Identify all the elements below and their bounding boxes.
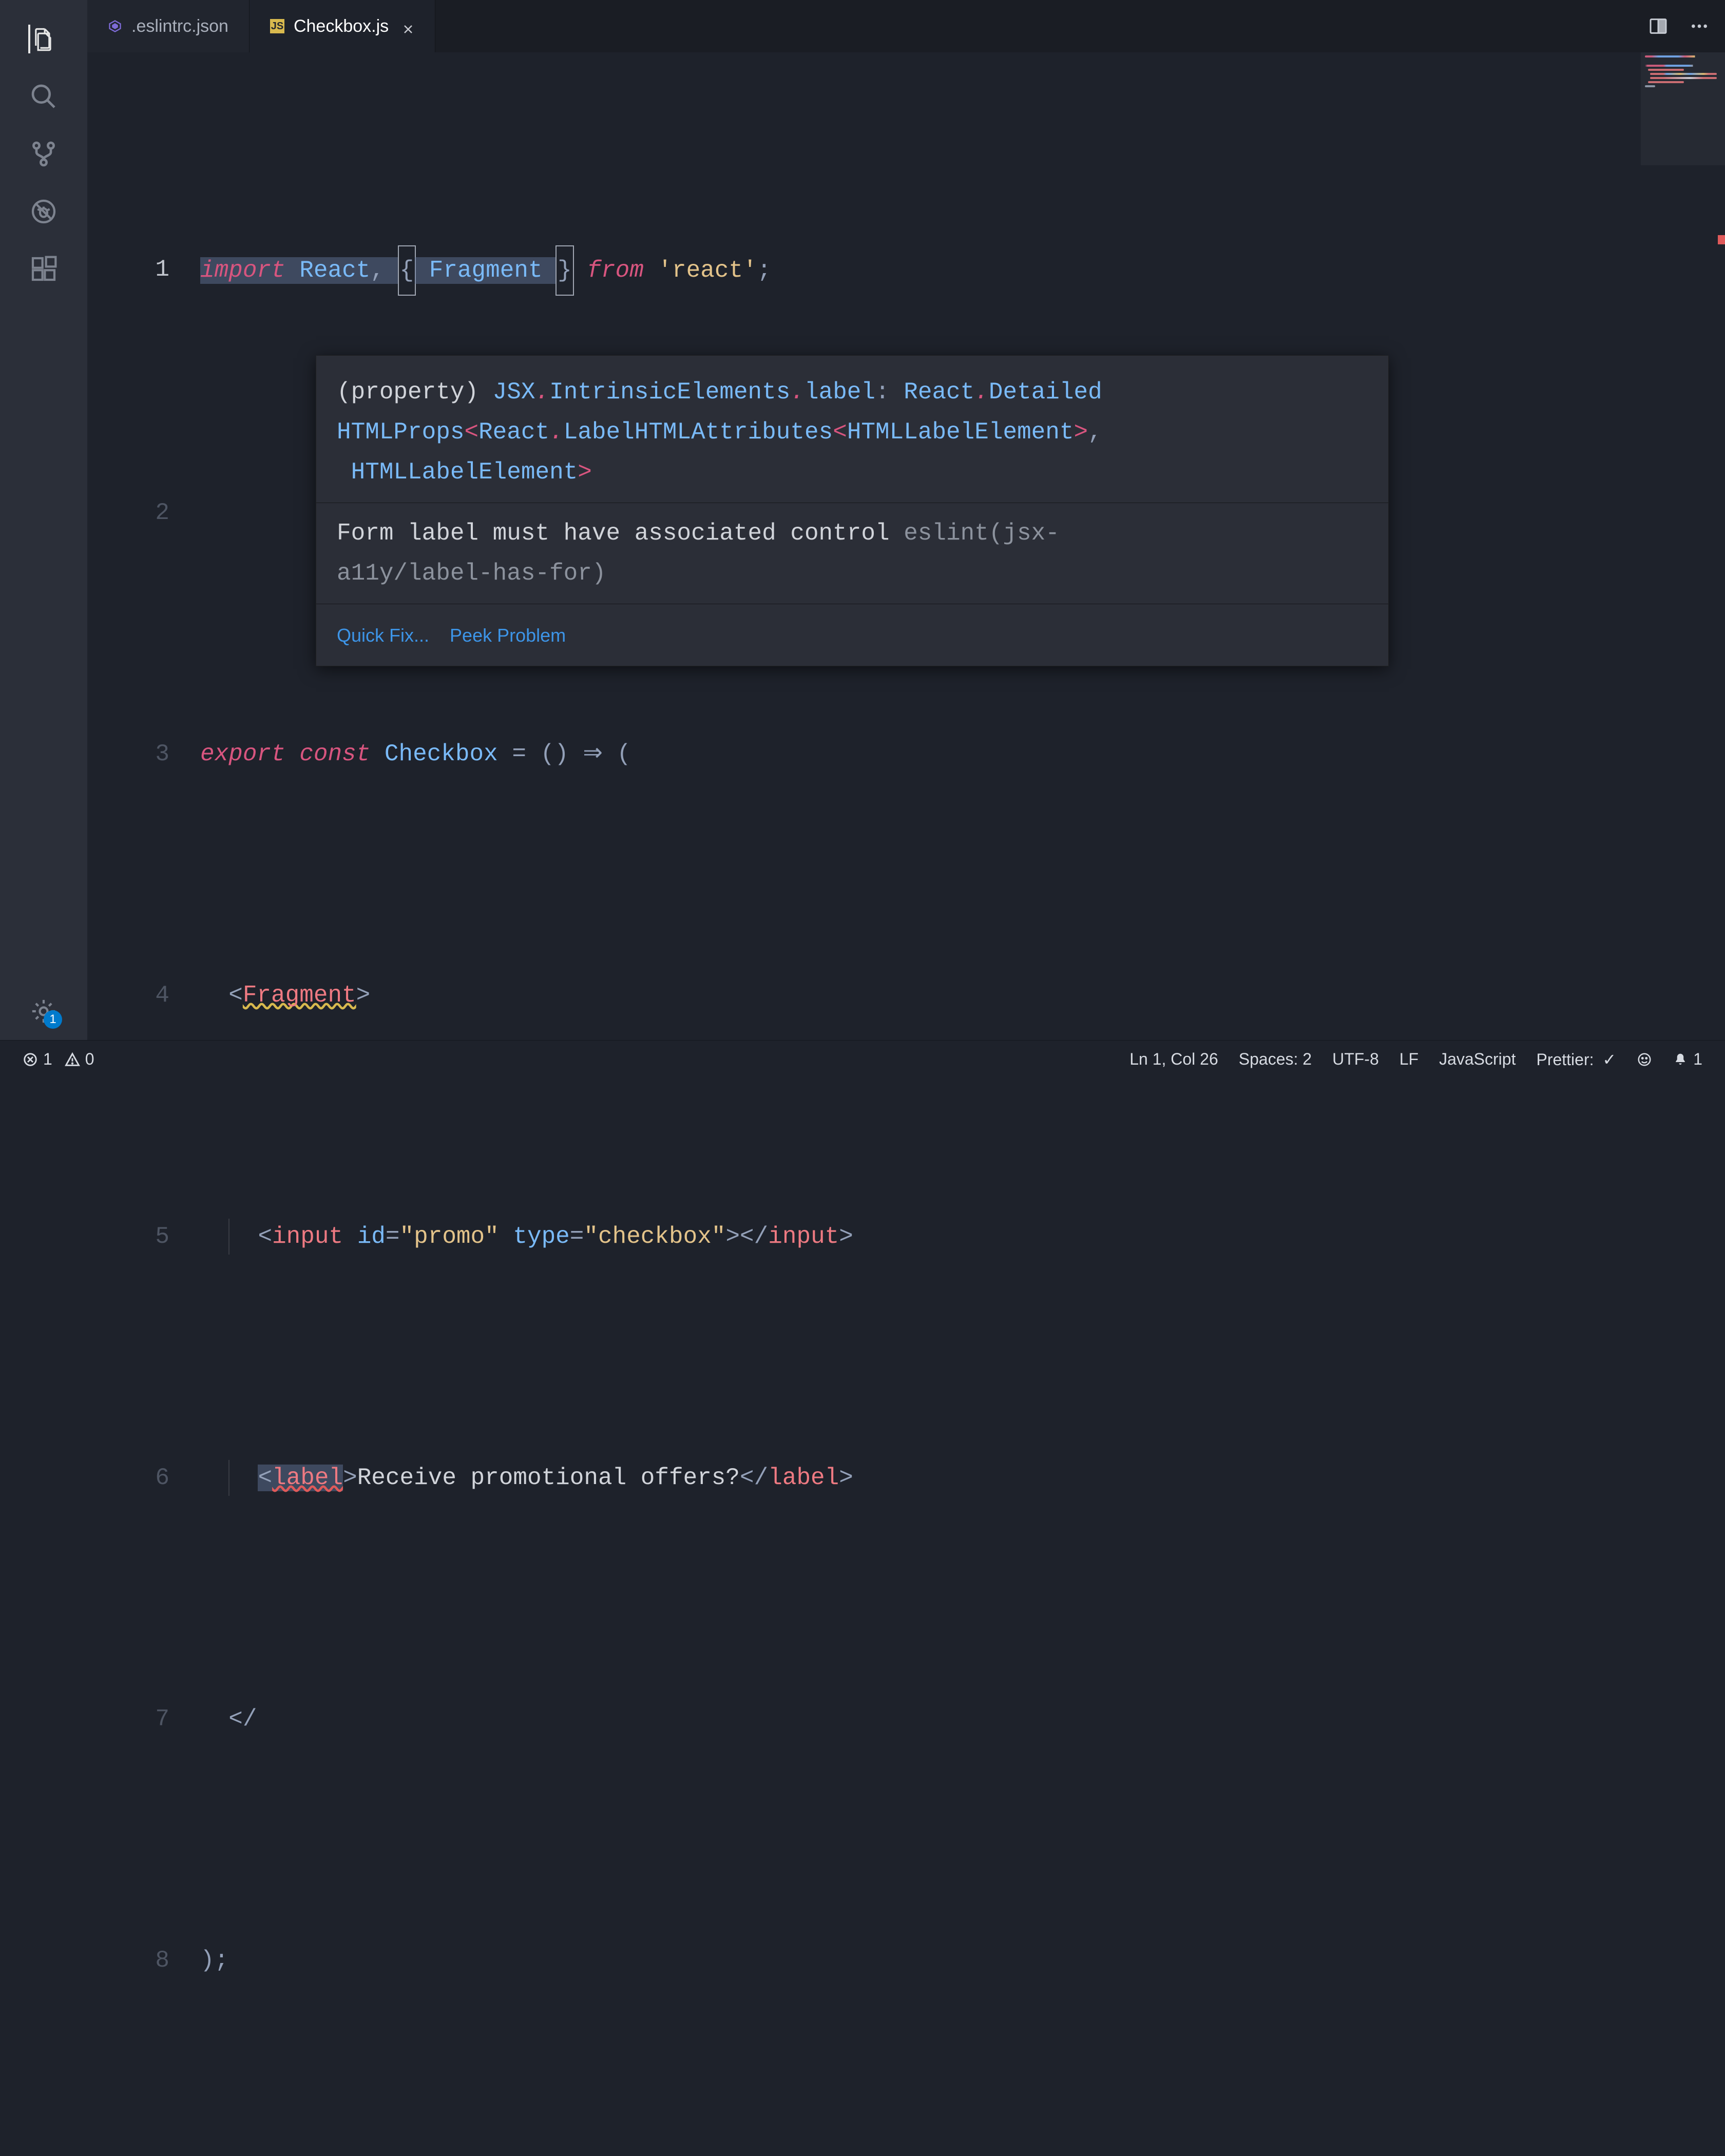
- tab-label: Checkbox.js: [294, 16, 389, 36]
- status-language-mode[interactable]: JavaScript: [1429, 1050, 1526, 1069]
- warning-icon: [65, 1052, 80, 1067]
- more-actions-icon[interactable]: [1688, 15, 1711, 37]
- minimap-error-marker[interactable]: [1718, 235, 1725, 244]
- code-line: 7 </: [87, 1695, 1725, 1743]
- peek-problem-link[interactable]: Peek Problem: [450, 615, 566, 656]
- smiley-icon: [1637, 1052, 1652, 1067]
- settings-badge: 1: [44, 1010, 62, 1029]
- line-number: 5: [87, 1212, 200, 1261]
- status-encoding[interactable]: UTF-8: [1322, 1050, 1389, 1069]
- activity-bar: 1: [0, 0, 87, 1040]
- close-icon[interactable]: [402, 20, 414, 32]
- source-control-icon[interactable]: [29, 140, 58, 168]
- code-line: 4 <Fragment>: [87, 971, 1725, 1019]
- split-editor-icon[interactable]: [1647, 15, 1670, 37]
- status-notifications[interactable]: 1: [1662, 1050, 1713, 1069]
- status-prettier[interactable]: Prettier:: [1526, 1050, 1626, 1069]
- eslint-icon: [108, 19, 122, 33]
- code-line: 8 );: [87, 1936, 1725, 1985]
- debug-disabled-icon[interactable]: [29, 197, 58, 226]
- minimap[interactable]: [1641, 52, 1725, 1040]
- tab-eslintrc[interactable]: .eslintrc.json: [87, 0, 250, 52]
- js-icon: JS: [270, 19, 284, 33]
- extensions-icon[interactable]: [29, 255, 58, 283]
- hover-tooltip: (property) JSX.IntrinsicElements.label: …: [316, 355, 1389, 666]
- status-eol[interactable]: LF: [1389, 1050, 1429, 1069]
- line-number: 3: [87, 730, 200, 778]
- code-editor[interactable]: 1 import React, { Fragment } from 'react…: [87, 52, 1725, 1040]
- error-icon: [23, 1052, 38, 1067]
- status-indentation[interactable]: Spaces: 2: [1229, 1050, 1322, 1069]
- line-number: 1: [87, 245, 200, 294]
- hover-eslint-message: Form label must have associated control …: [337, 507, 1368, 600]
- line-number: 4: [87, 971, 200, 1019]
- line-number: 7: [87, 1695, 200, 1743]
- search-icon[interactable]: [29, 82, 58, 111]
- explorer-icon[interactable]: [28, 25, 57, 53]
- status-bar: 1 0 Ln 1, Col 26 Spaces: 2 UTF-8 LF Java…: [0, 1040, 1725, 1078]
- line-number: 6: [87, 1454, 200, 1502]
- line-number: 8: [87, 1936, 200, 1985]
- editor-actions: [1647, 0, 1725, 52]
- code-line: 5 <input id="promo" type="checkbox"></in…: [87, 1212, 1725, 1261]
- code-line: 3 export const Checkbox = () ⇒ (: [87, 730, 1725, 778]
- editor-tabs: .eslintrc.json JS Checkbox.js: [87, 0, 1725, 52]
- hover-signature: (property) JSX.IntrinsicElements.label: …: [337, 366, 1368, 498]
- line-number: 2: [87, 489, 200, 537]
- status-cursor-position[interactable]: Ln 1, Col 26: [1119, 1050, 1229, 1069]
- quick-fix-link[interactable]: Quick Fix...: [337, 615, 429, 656]
- bell-icon: [1673, 1052, 1688, 1067]
- tab-label: .eslintrc.json: [131, 16, 228, 36]
- code-line: 6 <label>Receive promotional offers?</la…: [87, 1454, 1725, 1502]
- manage-gear-icon[interactable]: 1: [29, 997, 58, 1026]
- tab-checkbox-js[interactable]: JS Checkbox.js: [250, 0, 435, 52]
- status-feedback[interactable]: [1626, 1052, 1662, 1067]
- code-line: 1 import React, { Fragment } from 'react…: [87, 245, 1725, 296]
- status-errors[interactable]: 1 0: [12, 1050, 105, 1069]
